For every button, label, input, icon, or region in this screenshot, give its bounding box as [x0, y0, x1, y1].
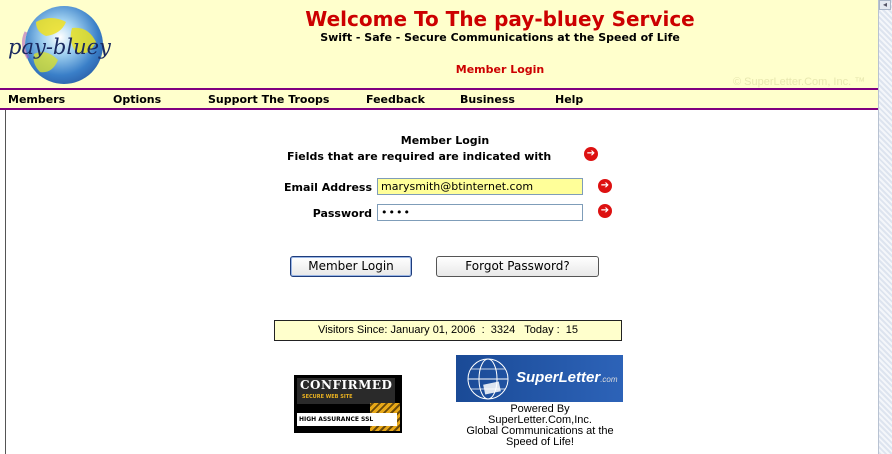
ssl-badge-subtitle: SECURE WEB SITE — [302, 394, 353, 400]
nav-options[interactable]: Options — [113, 93, 161, 106]
email-label: Email Address — [283, 181, 372, 194]
site-tagline: Swift - Safe - Secure Communications at … — [320, 31, 680, 44]
email-required-icon: ➔ — [598, 179, 612, 193]
left-frame-border — [0, 110, 6, 454]
password-label: Password — [312, 207, 372, 220]
visitor-counter: Visitors Since: January 01, 2006 : 3324 … — [274, 320, 622, 341]
copyright-text: © SuperLetter.Com, Inc. ™ — [733, 76, 866, 88]
site-title: Welcome To The pay-bluey Service — [305, 7, 695, 31]
password-input[interactable] — [377, 204, 583, 221]
password-required-icon: ➔ — [598, 204, 612, 218]
ssl-confirmed-badge[interactable]: CONFIRMED SECURE WEB SITE HIGH ASSURANCE… — [294, 375, 402, 433]
superletter-logo-text: SuperLetter.com — [516, 369, 618, 386]
nav-business[interactable]: Business — [460, 93, 515, 106]
forgot-password-button[interactable]: Forgot Password? — [436, 256, 599, 277]
form-heading: Member Login — [400, 134, 490, 147]
ssl-badge-footer: HIGH ASSURANCE SSL — [297, 413, 397, 426]
email-input[interactable] — [377, 178, 583, 195]
globe-icon — [467, 358, 509, 400]
required-indicator-icon: ➔ — [584, 147, 598, 161]
powered-by-text: Powered By SuperLetter.Com,Inc. Global C… — [440, 404, 640, 448]
member-login-button[interactable]: Member Login — [290, 256, 412, 277]
scrollbar-thumb[interactable] — [878, 0, 892, 454]
nav-feedback[interactable]: Feedback — [366, 93, 425, 106]
header-subtitle: Member Login — [455, 63, 545, 76]
scroll-up-arrow-icon[interactable]: ◂ — [879, 0, 891, 10]
nav-support-the-troops[interactable]: Support The Troops — [208, 93, 329, 106]
main-nav: Members Options Support The Troops Feedb… — [0, 90, 878, 108]
powered-line: Speed of Life! — [506, 436, 574, 448]
logo-text: pay-bluey — [8, 35, 112, 59]
ssl-badge-title: CONFIRMED — [297, 378, 395, 404]
pay-bluey-logo[interactable]: pay-bluey — [6, 2, 124, 86]
header-banner: pay-bluey Welcome To The pay-bluey Servi… — [0, 0, 878, 88]
vertical-scrollbar[interactable]: ◂ — [878, 0, 892, 454]
nav-divider — [0, 108, 878, 110]
required-fields-note: Fields that are required are indicated w… — [287, 150, 552, 163]
nav-members[interactable]: Members — [8, 93, 65, 106]
superletter-banner[interactable]: SuperLetter.com — [456, 355, 623, 402]
nav-help[interactable]: Help — [555, 93, 583, 106]
